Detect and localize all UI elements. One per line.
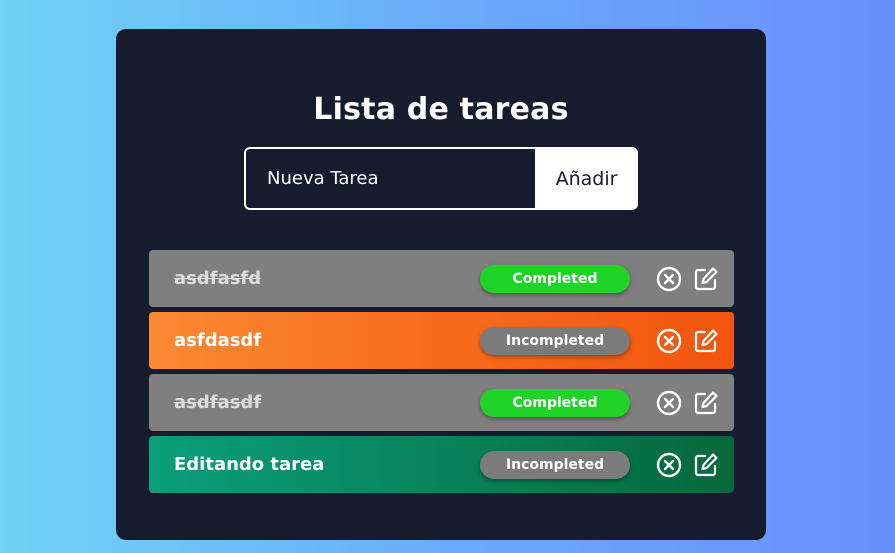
task-text[interactable]: Editando tarea — [174, 436, 324, 494]
status-toggle-button[interactable]: Incompleted — [480, 451, 630, 479]
page-title: Lista de tareas — [313, 92, 569, 127]
close-circle-icon[interactable] — [656, 328, 682, 354]
edit-icon[interactable] — [693, 390, 719, 416]
task-actions — [656, 328, 719, 354]
edit-icon[interactable] — [693, 452, 719, 478]
task-actions — [656, 390, 719, 416]
task-text[interactable]: asdfasfd — [174, 250, 261, 308]
edit-icon[interactable] — [693, 266, 719, 292]
task-text[interactable]: asfdasdf — [174, 312, 261, 370]
add-task-form: Añadir — [244, 147, 638, 210]
task-row: asdfasfd Completed — [149, 250, 734, 307]
status-toggle-button[interactable]: Completed — [480, 265, 630, 293]
edit-icon[interactable] — [693, 328, 719, 354]
close-circle-icon[interactable] — [656, 390, 682, 416]
todo-card: Lista de tareas Añadir asdfasfd Complete… — [116, 29, 766, 540]
add-button[interactable]: Añadir — [535, 147, 638, 210]
close-circle-icon[interactable] — [656, 452, 682, 478]
task-text[interactable]: asdfasdf — [174, 374, 261, 432]
task-row: Editando tarea Incompleted — [149, 436, 734, 493]
task-row: asdfasdf Completed — [149, 374, 734, 431]
close-circle-icon[interactable] — [656, 266, 682, 292]
new-task-input[interactable] — [244, 147, 535, 210]
task-row: asfdasdf Incompleted — [149, 312, 734, 369]
status-toggle-button[interactable]: Incompleted — [480, 327, 630, 355]
task-list: asdfasfd Completed asfdasdf Incompleted — [149, 250, 734, 498]
status-toggle-button[interactable]: Completed — [480, 389, 630, 417]
task-actions — [656, 266, 719, 292]
task-actions — [656, 452, 719, 478]
